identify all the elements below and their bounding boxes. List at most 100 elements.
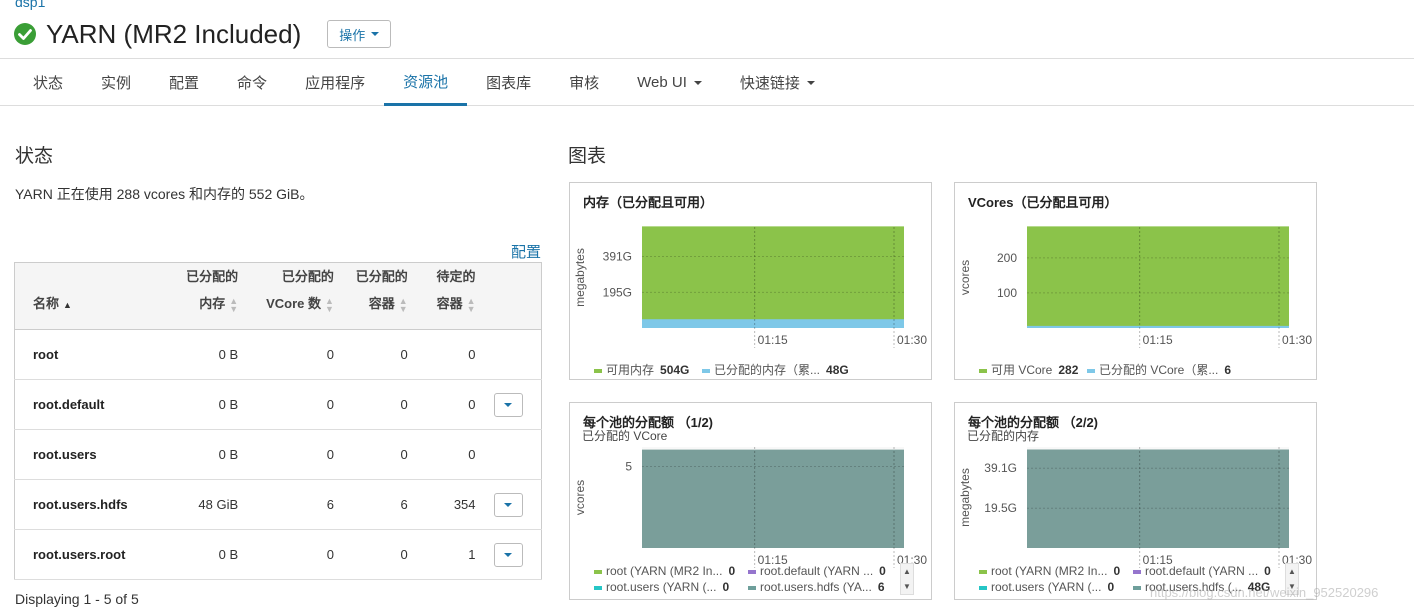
pool-name: root.users.hdfs [14,479,158,530]
pool-pending: 354 [407,479,476,530]
header-text: 容器 [436,296,463,311]
sort-icon: ▲ ▼ [466,295,476,314]
pager-up-icon[interactable]: ▲ [1288,567,1296,576]
legend-swatch [748,569,756,574]
legend-swatch [1133,569,1141,574]
pool-pending: 0 [407,429,476,480]
legend-value: 6 [877,580,885,594]
tab-label: 审核 [569,75,600,92]
caret-down-icon [504,552,513,557]
x-tick-label: 01:15 [758,333,788,347]
sort-icon: ▲ [63,299,72,310]
pager-down-icon[interactable]: ▼ [903,582,911,591]
legend-item: root (YARN (MR2 In... 0 [979,564,1120,578]
pool-pending: 0 [407,379,476,430]
y-tick-label: 200 [997,251,1017,265]
legend-swatch [594,585,602,590]
tab-label: 实例 [101,75,132,92]
pool-pending: 0 [407,329,476,380]
check-circle-icon [14,23,36,45]
y-tick-label: 391G [603,249,632,263]
y-axis-label: megabytes [958,468,972,527]
row-menu-button[interactable] [493,392,523,417]
x-tick-label: 01:15 [1143,333,1173,347]
legend-value: 282 [1058,363,1079,377]
tab-4[interactable]: 应用程序 [286,59,384,106]
table-header-row: 名称 ▲ 已分配的 内存 ▲ ▼ 已分配的 VCore 数 ▲ ▼ 已分配的 容器 ▲ ▼ 待定的 容器 ▲ ▼ [14,262,542,330]
tab-7[interactable]: 审核 [550,59,618,106]
header-text: 内存 [199,296,226,311]
usage-summary: YARN 正在使用 288 vcores 和内存的 552 GiB。 [15,186,314,202]
sort-icon: ▲ ▼ [398,295,408,314]
legend-item: root.users (YARN (... 0 [594,580,729,594]
sort-icon: ▲ ▼ [229,295,239,314]
y-tick-label: 19.5G [984,501,1017,515]
pool-name: root.users.root [14,529,158,580]
tab-1[interactable]: 实例 [82,59,150,106]
legend-label: 可用 VCore [991,363,1053,377]
column-header-actions [475,262,542,330]
pager-up-icon[interactable]: ▲ [903,567,911,576]
tab-label: 状态 [33,75,64,92]
legend-value: 0 [722,580,730,594]
breadcrumb-link[interactable]: dsp1 [15,0,45,10]
y-axis-label: megabytes [573,248,587,307]
column-header-label: 容器 ▲ ▼ [408,290,476,317]
tab-3[interactable]: 命令 [218,59,286,106]
legend-item: 已分配的 VCore（累... 6 [1087,361,1231,378]
legend-label: root.default (YARN ... [760,564,874,578]
tab-label: Web UI [637,74,687,91]
legend-swatch [979,368,987,373]
column-header-4[interactable]: 待定的 容器 ▲ ▼ [407,262,476,330]
column-header-2[interactable]: 已分配的 VCore 数 ▲ ▼ [238,262,334,330]
column-header-3[interactable]: 已分配的 容器 ▲ ▼ [333,262,408,330]
table-row: root.default 0 B000 [14,379,542,430]
legend-swatch [748,585,756,590]
column-header-0[interactable]: 名称 ▲ [14,262,158,330]
legend-pager[interactable]: ▲ ▼ [900,563,914,595]
page-title: YARN (MR2 Included) [46,18,302,49]
tab-label: 应用程序 [305,75,366,92]
tab-8[interactable]: Web UI [618,59,721,106]
sort-icon: ▲ ▼ [325,295,334,314]
row-actions-cell [475,479,542,530]
config-link[interactable]: 配置 [511,241,541,262]
area-series-0 [1027,450,1289,548]
pool-memory: 0 B [157,429,239,480]
table-row: root.users 0 B000 [14,429,542,480]
pool-containers: 0 [333,429,408,480]
area-series-0 [642,450,904,548]
column-header-label: 待定的 [408,263,476,290]
pool-name: root.users [14,429,158,480]
row-menu-button[interactable] [493,492,523,517]
actions-button[interactable]: 操作 [327,20,392,48]
legend-item: 已分配的内存（累... 48G [702,361,849,378]
tab-6[interactable]: 图表库 [467,59,550,106]
header-text: 已分配的 [355,269,408,284]
tab-9[interactable]: 快速链接 [721,59,834,106]
caret-down-icon [693,80,702,85]
y-tick-label: 195G [603,285,632,299]
pool-containers: 0 [333,329,408,380]
status-heading: 状态 [15,146,54,167]
legend-swatch [1133,585,1141,590]
legend-swatch [594,368,602,373]
tab-0[interactable]: 状态 [14,59,82,106]
legend-label: root (YARN (MR2 In... [991,564,1108,578]
legend-value: 504G [660,363,690,377]
legend-value: 0 [1264,564,1271,578]
row-menu-button[interactable] [493,542,523,567]
legend-swatch [594,569,602,574]
pool-containers: 0 [333,379,408,430]
legend-swatch [979,569,987,574]
column-header-1[interactable]: 已分配的 内存 ▲ ▼ [157,262,239,330]
table-row: root.users.hdfs 48 GiB 6 6 354 [14,479,542,530]
legend-label: 已分配的内存（累... [714,363,821,377]
tab-2[interactable]: 配置 [150,59,218,106]
chart-card-1: VCores（已分配且可用） 100 200 01:15 01:30 vcores 可用 V… [954,182,1317,380]
pool-name: root [14,329,158,380]
tab-bar: 状态 实例 配置 命令 应用程序 资源池 图表库 审核 Web UI 快速链接 [0,58,1414,106]
legend-label: 已分配的 VCore（累... [1099,363,1219,377]
tab-5[interactable]: 资源池 [384,59,468,106]
row-actions-cell [475,379,542,430]
